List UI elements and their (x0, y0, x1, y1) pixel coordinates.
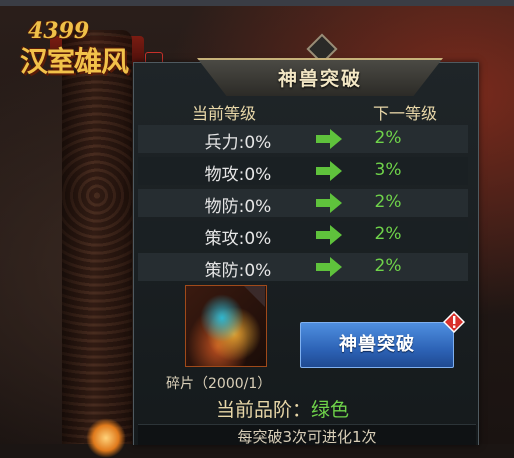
green-arrow-right-icon (316, 129, 342, 149)
panel-title-banner: 神兽突破 (197, 30, 443, 96)
grade-label: 当前品阶： (216, 399, 312, 421)
stat-current: 物防:0% (204, 197, 272, 217)
stat-row: 策攻:0% 2% (138, 221, 468, 249)
green-arrow-right-icon (316, 161, 342, 181)
green-arrow-right-icon (316, 193, 342, 213)
beast-breakthrough-button[interactable]: 神兽突破 (300, 322, 454, 368)
logo-name: 汉室雄风 (20, 45, 129, 78)
stat-row: 物攻:0% 3% (138, 157, 468, 185)
stat-next: 2% (374, 256, 402, 276)
grade-value: 绿色 (311, 399, 350, 421)
green-arrow-right-icon (316, 225, 342, 245)
stat-next: 2% (374, 192, 402, 212)
alert-badge-icon (443, 311, 465, 333)
next-level-header: 下一等级 (373, 104, 438, 123)
stat-row: 兵力:0% 2% (138, 125, 468, 153)
stat-current: 策防:0% (204, 261, 272, 281)
carved-pillar (62, 30, 132, 444)
shard-count-label: 碎片（2000/1） (166, 376, 272, 392)
panel-title: 神兽突破 (277, 68, 362, 90)
stat-current: 兵力:0% (204, 133, 272, 153)
green-arrow-right-icon (316, 257, 342, 277)
stat-current: 物攻:0% (204, 165, 272, 185)
footer-bar: 每突破3次可进化1次 (138, 424, 476, 446)
stat-next: 3% (374, 160, 402, 180)
stat-row: 物防:0% 2% (138, 189, 468, 217)
card-corner-decoration (244, 286, 265, 307)
stat-row: 策防:0% 2% (138, 253, 468, 281)
current-grade: 当前品阶：绿色 (216, 395, 349, 422)
stat-next: 2% (374, 128, 402, 148)
beast-shard-card[interactable] (185, 285, 267, 367)
stat-next: 2% (374, 224, 402, 244)
current-level-header: 当前等级 (192, 104, 257, 123)
torch-glow (86, 418, 126, 458)
stat-current: 策攻:0% (204, 229, 272, 249)
